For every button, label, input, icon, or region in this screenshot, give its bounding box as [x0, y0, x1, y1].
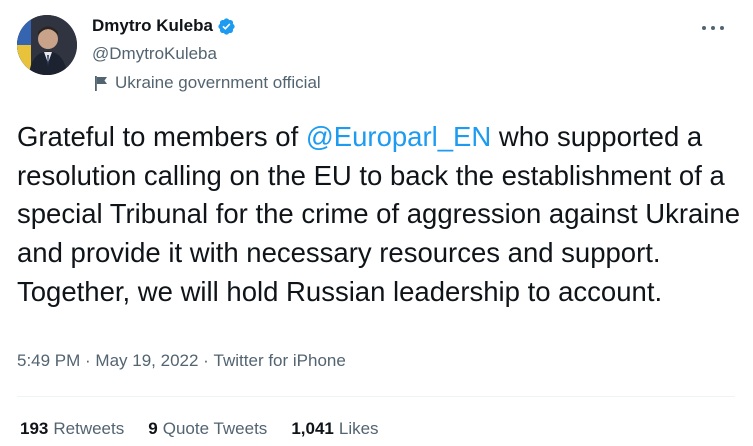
tweet-meta: 5:49 PM · May 19, 2022 · Twitter for iPh…	[17, 351, 346, 371]
account-label: Ukraine government official	[115, 73, 321, 92]
author-name[interactable]: Dmytro Kuleba	[92, 16, 213, 36]
retweets-count: 193	[20, 419, 49, 438]
likes-stat[interactable]: 1,041 Likes	[291, 419, 378, 439]
more-horizontal-icon[interactable]	[702, 18, 724, 38]
government-label: Ukraine government official	[94, 73, 321, 93]
likes-label: Likes	[338, 419, 379, 438]
meta-separator: ·	[198, 351, 214, 370]
quote-tweets-stat[interactable]: 9 Quote Tweets	[148, 419, 267, 439]
avatar[interactable]	[17, 15, 77, 75]
mention-link[interactable]: @Europarl_EN	[306, 121, 491, 152]
verified-badge-icon	[218, 17, 235, 35]
tweet-time[interactable]: 5:49 PM	[17, 351, 80, 371]
avatar-image	[17, 15, 77, 75]
more-dot	[711, 26, 715, 30]
meta-separator: ·	[80, 351, 96, 370]
retweets-label: Retweets	[53, 419, 125, 438]
tweet-source[interactable]: Twitter for iPhone	[214, 351, 346, 371]
tweet-text: Grateful to members of @Europarl_EN who …	[17, 118, 742, 312]
author-handle[interactable]: @DmytroKuleba	[92, 44, 217, 64]
tweet-stats: 193 Retweets 9 Quote Tweets 1,041 Likes	[20, 419, 403, 439]
divider	[17, 396, 735, 397]
tweet-card: Dmytro Kuleba @DmytroKuleba Ukraine gove…	[0, 0, 753, 446]
flag-icon	[95, 75, 107, 91]
author-name-row[interactable]: Dmytro Kuleba	[92, 16, 236, 36]
retweets-stat[interactable]: 193 Retweets	[20, 419, 124, 439]
likes-count: 1,041	[291, 419, 334, 438]
more-dot	[702, 26, 706, 30]
quote-tweets-count: 9	[148, 419, 158, 438]
tweet-text-before: Grateful to members of	[17, 121, 306, 152]
tweet-date[interactable]: May 19, 2022	[95, 351, 198, 371]
quote-tweets-label: Quote Tweets	[162, 419, 268, 438]
more-dot	[720, 26, 724, 30]
